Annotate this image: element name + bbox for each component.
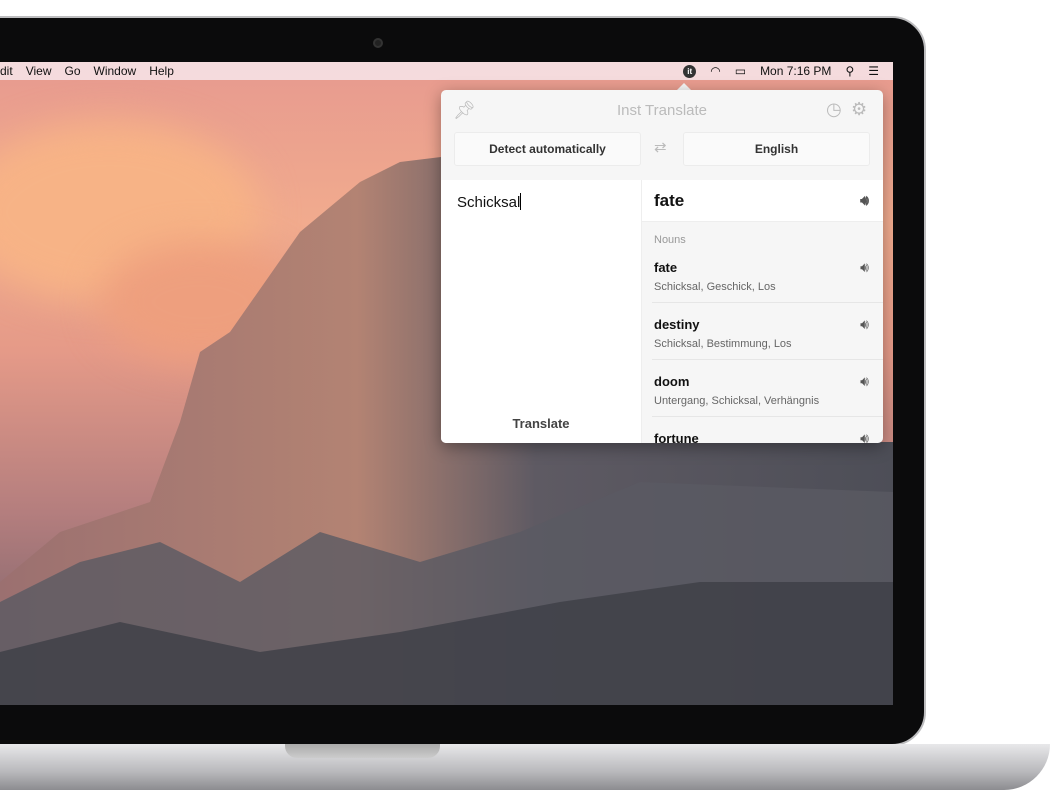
popup-title: Inst Translate xyxy=(616,102,708,119)
history-icon[interactable]: ◷ xyxy=(826,99,842,120)
menu-go[interactable]: Go xyxy=(64,64,80,78)
list-item[interactable]: fate Schicksal, Geschick, Los 🔊︎ xyxy=(652,246,883,303)
target-language-select[interactable]: English xyxy=(683,132,870,166)
camera xyxy=(373,38,383,48)
entry-synonyms: Schicksal, Bestimmung, Los xyxy=(654,338,792,350)
menu-edit[interactable]: dit xyxy=(0,64,13,78)
swap-icon[interactable]: ⇄ xyxy=(654,138,667,156)
text-caret xyxy=(520,193,522,210)
entry-synonyms: Untergang, Schicksal, Verhängnis xyxy=(654,395,820,407)
translate-button[interactable]: Translate xyxy=(441,416,641,431)
clock[interactable]: Mon 7:16 PM xyxy=(760,64,831,78)
main-translation: fate xyxy=(654,191,685,210)
list-item[interactable]: destiny Schicksal, Bestimmung, Los 🔊︎ xyxy=(652,303,883,360)
screen: dit View Go Window Help it ◠ ▭ Mon 7:16 … xyxy=(0,62,893,705)
list-item[interactable]: fortune 🔊︎ xyxy=(652,417,883,443)
entry-word: fate xyxy=(654,260,678,275)
laptop-base xyxy=(0,744,1050,790)
speaker-icon[interactable]: 🔊︎ xyxy=(860,316,869,333)
source-text-input[interactable]: Schicksal xyxy=(457,194,520,211)
battery-icon[interactable]: ▭ xyxy=(735,64,746,78)
laptop-notch xyxy=(285,744,440,758)
part-of-speech: Nouns xyxy=(654,234,686,246)
translate-popup: 📌︎ Inst Translate ◷ ⚙ Detect automatical… xyxy=(441,90,883,443)
menu-bar: dit View Go Window Help it ◠ ▭ Mon 7:16 … xyxy=(0,62,893,80)
list-icon[interactable]: ☰ xyxy=(868,64,879,78)
speaker-icon[interactable]: 🔊︎ xyxy=(860,430,869,443)
menu-window[interactable]: Window xyxy=(94,64,137,78)
result-panel: fate 🔊︎ Nouns fate Schicksal, Geschick, Lo… xyxy=(641,180,883,443)
inst-translate-icon[interactable]: it xyxy=(683,64,697,78)
list-item[interactable]: doom Untergang, Schicksal, Verhängnis 🔊︎ xyxy=(652,360,883,417)
gear-icon[interactable]: ⚙ xyxy=(851,99,867,120)
wifi-icon[interactable]: ◠ xyxy=(710,64,720,78)
speaker-icon[interactable]: 🔊︎ xyxy=(860,373,869,390)
entry-word: destiny xyxy=(654,317,700,332)
entry-synonyms: Schicksal, Geschick, Los xyxy=(654,281,776,293)
speaker-icon[interactable]: 🔊︎ xyxy=(860,259,869,276)
speaker-icon[interactable]: 🔊︎ xyxy=(860,192,869,209)
search-icon[interactable]: ⚲ xyxy=(845,64,854,78)
input-panel[interactable]: Schicksal Translate xyxy=(441,180,641,443)
entry-word: doom xyxy=(654,374,690,389)
source-language-select[interactable]: Detect automatically xyxy=(454,132,641,166)
menu-help[interactable]: Help xyxy=(149,64,174,78)
entry-word: fortune xyxy=(654,431,699,443)
menu-view[interactable]: View xyxy=(26,64,52,78)
